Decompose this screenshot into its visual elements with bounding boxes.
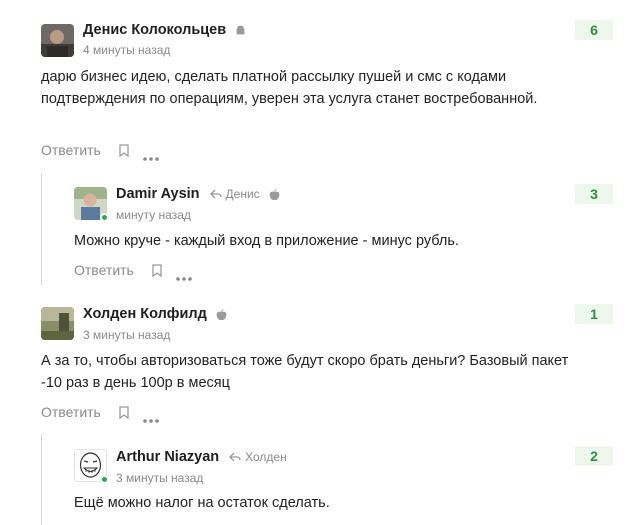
bookmark-icon[interactable] — [152, 263, 162, 277]
comment-time[interactable]: 3 минуты назад — [83, 328, 170, 342]
comment-text: Можно круче - каждый вход в приложение -… — [74, 233, 459, 249]
online-indicator — [100, 475, 109, 484]
comment-thread: Денис Колокольцев 4 минуты назад 6 дарю … — [0, 0, 633, 525]
comment-time[interactable]: 4 минуты назад — [83, 43, 170, 57]
online-indicator — [100, 213, 109, 222]
rating-badge[interactable]: 1 — [575, 304, 613, 324]
rating-badge[interactable]: 6 — [575, 20, 613, 40]
reply-to-name[interactable]: Денис — [226, 187, 260, 201]
comment-text: Ещё можно налог на остаток сделать. — [74, 495, 330, 511]
reply-button[interactable]: Ответить — [41, 142, 101, 158]
bookmark-icon[interactable] — [119, 143, 129, 157]
more-options-icon[interactable] — [176, 268, 192, 281]
reply-arrow-icon — [229, 452, 241, 462]
author-name[interactable]: Arthur Niazyan — [116, 449, 219, 465]
apple-icon — [269, 188, 280, 201]
avatar[interactable] — [41, 24, 74, 57]
comment: Денис Колокольцев 4 минуты назад 6 дарю … — [0, 0, 633, 170]
reply-to[interactable]: Денис — [209, 187, 260, 201]
avatar[interactable] — [41, 307, 74, 340]
rating-badge[interactable]: 3 — [575, 184, 613, 204]
comment-text: дарю бизнес идею, сделать платной рассыл… — [41, 69, 538, 107]
more-options-icon[interactable] — [143, 410, 159, 423]
comment: Холден Колфилд 3 минуты назад 1 А за то,… — [0, 290, 633, 430]
android-icon — [235, 24, 246, 36]
bookmark-icon[interactable] — [119, 405, 129, 419]
apple-icon — [216, 308, 227, 321]
reply-to[interactable]: Холден — [229, 450, 287, 464]
comment-reply: Damir Aysin Денис минуту назад 3 Можно к… — [0, 170, 633, 290]
reply-arrow-icon — [209, 189, 222, 199]
comment-time[interactable]: минуту назад — [116, 208, 191, 222]
comment-text: А за то, чтобы авторизоваться тоже будут… — [41, 353, 569, 391]
comment-reply: Arthur Niazyan Холден 3 минуты назад 2 Е… — [0, 432, 633, 525]
reply-to-name[interactable]: Холден — [245, 450, 287, 464]
more-options-icon[interactable] — [143, 148, 159, 161]
reply-button[interactable]: Ответить — [41, 404, 101, 420]
rating-badge[interactable]: 2 — [575, 446, 613, 466]
author-name[interactable]: Денис Колокольцев — [83, 22, 226, 38]
author-name[interactable]: Холден Колфилд — [83, 306, 207, 322]
comment-time[interactable]: 3 минуты назад — [116, 471, 203, 485]
author-name[interactable]: Damir Aysin — [116, 186, 200, 202]
reply-button[interactable]: Ответить — [74, 262, 134, 278]
